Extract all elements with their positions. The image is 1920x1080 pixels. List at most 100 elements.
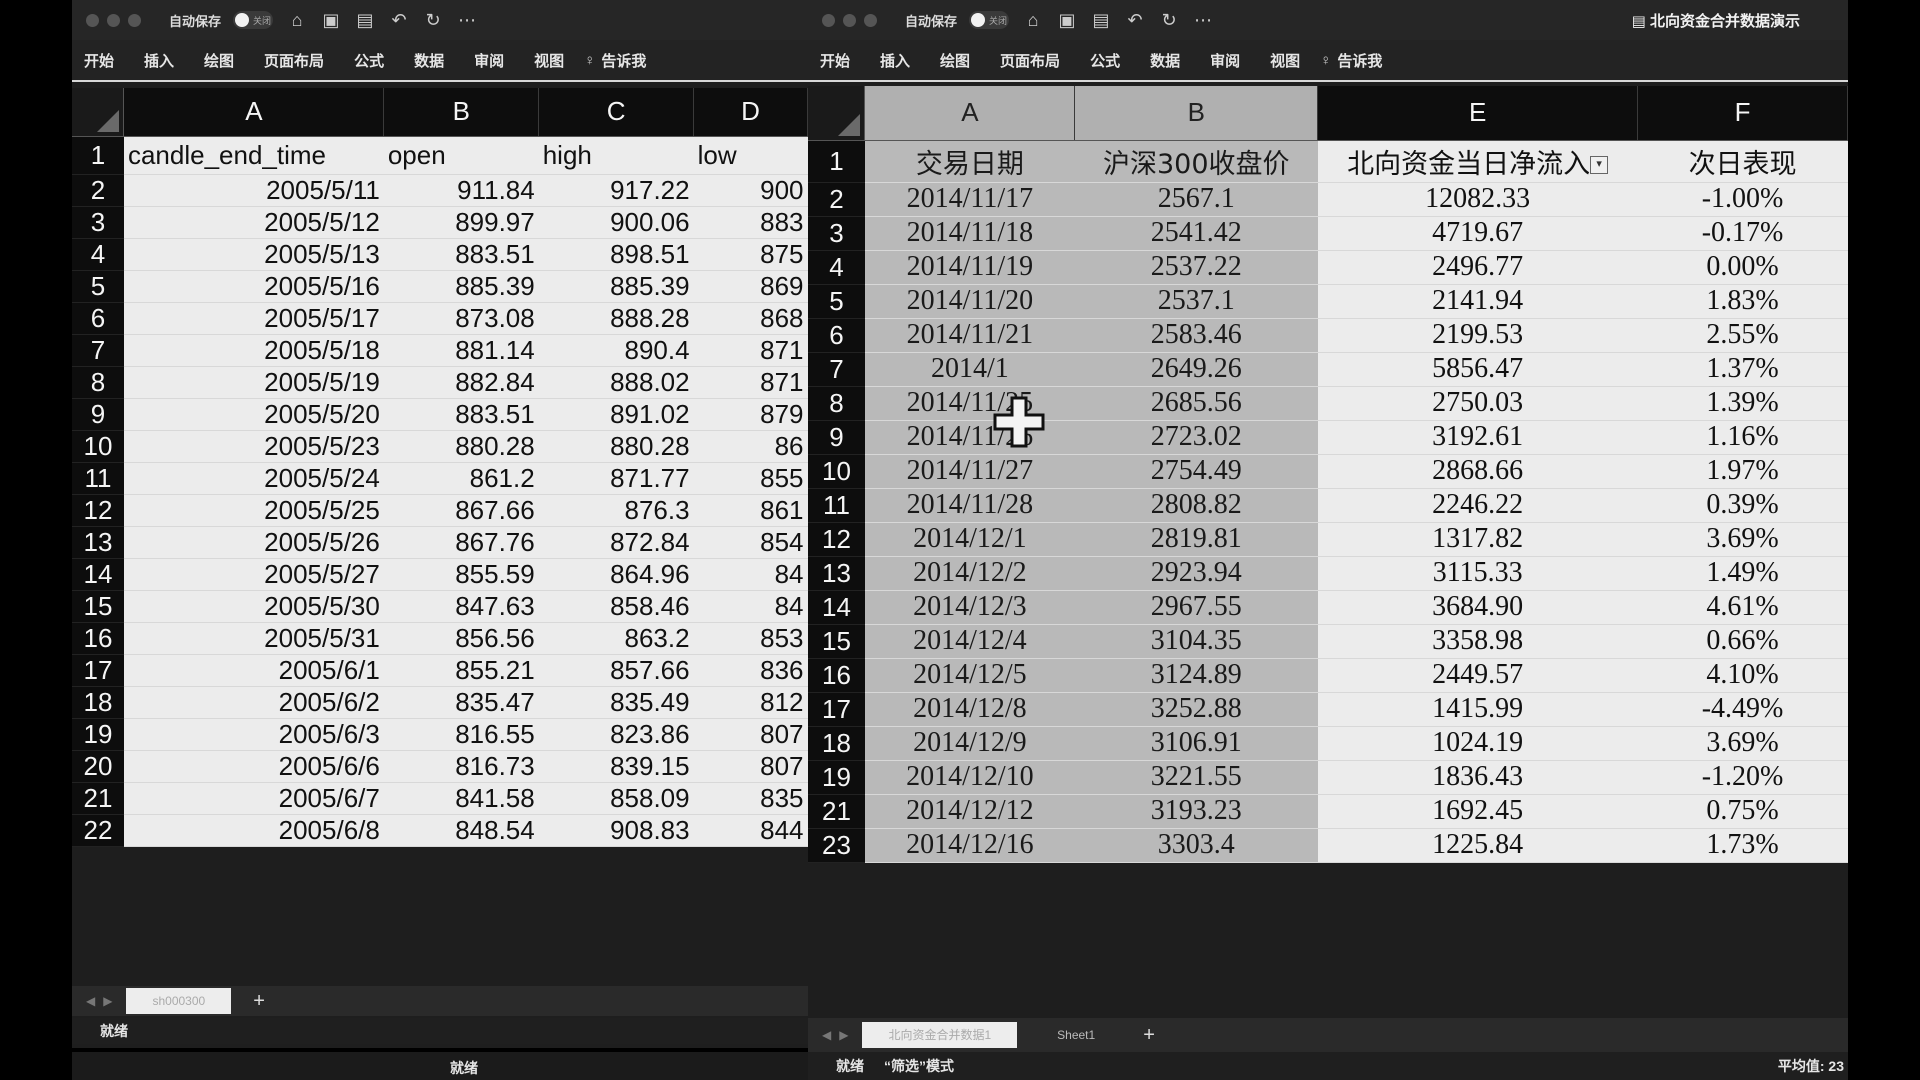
table-cell[interactable]: -1.20% (1637, 760, 1848, 795)
table-cell[interactable]: 2005/6/3 (123, 718, 384, 751)
table-cell[interactable]: 839.15 (538, 750, 694, 783)
row-header[interactable]: 11 (72, 462, 124, 495)
table-cell[interactable]: 816.55 (383, 718, 539, 751)
column-header[interactable]: B (383, 88, 540, 137)
row-header[interactable]: 14 (808, 590, 865, 625)
table-cell[interactable]: 869 (693, 270, 808, 303)
add-sheet-button[interactable]: + (253, 990, 265, 1013)
tab-view[interactable]: 视图 (534, 50, 564, 71)
table-cell[interactable]: 867.66 (383, 494, 539, 527)
table-cell[interactable]: 1.97% (1637, 454, 1848, 489)
row-header[interactable]: 9 (72, 398, 124, 431)
table-cell[interactable]: 2014/11/28 (864, 488, 1075, 523)
table-cell[interactable]: 812 (693, 686, 808, 719)
table-cell[interactable]: 871 (693, 334, 808, 367)
table-cell[interactable]: 2649.26 (1074, 352, 1318, 387)
redo-icon[interactable]: ↻ (423, 10, 443, 31)
row-header[interactable]: 15 (72, 590, 124, 623)
table-cell[interactable]: 2014/12/9 (864, 726, 1075, 761)
tell-me-search[interactable]: 告诉我 (601, 50, 646, 71)
row-header[interactable]: 19 (72, 718, 124, 751)
table-cell[interactable]: 3193.23 (1074, 794, 1318, 829)
table-cell[interactable]: 2014/11/19 (864, 250, 1075, 285)
minimize-button[interactable] (107, 13, 120, 27)
table-cell[interactable]: 861 (693, 494, 808, 527)
table-cell[interactable]: 1.73% (1637, 828, 1848, 863)
table-cell[interactable]: 871 (693, 366, 808, 399)
table-cell[interactable]: -4.49% (1637, 692, 1848, 727)
table-cell[interactable]: 2496.77 (1317, 250, 1638, 285)
tab-home[interactable]: 开始 (84, 50, 114, 71)
home-icon[interactable]: ⌂ (1023, 10, 1043, 31)
table-cell[interactable]: 807 (693, 718, 808, 751)
row-header[interactable]: 7 (808, 352, 865, 387)
tab-review[interactable]: 审阅 (474, 50, 504, 71)
table-cell[interactable]: 856.56 (383, 622, 539, 655)
table-cell[interactable]: 1836.43 (1317, 760, 1638, 795)
table-cell[interactable]: 885.39 (383, 270, 539, 303)
table-cell[interactable]: 2005/5/26 (123, 526, 384, 559)
table-cell[interactable]: 84 (693, 558, 808, 591)
table-cell[interactable]: 855 (693, 462, 808, 495)
table-cell[interactable]: 2014/12/16 (864, 828, 1075, 863)
table-cell[interactable]: 2808.82 (1074, 488, 1318, 523)
table-cell[interactable]: 844 (693, 814, 808, 847)
table-cell[interactable]: 2005/5/20 (123, 398, 384, 431)
table-cell[interactable]: 4.61% (1637, 590, 1848, 625)
table-cell[interactable]: 855.59 (383, 558, 539, 591)
sheet-next-icon[interactable]: ▶ (103, 994, 112, 1008)
table-cell[interactable]: 855.21 (383, 654, 539, 687)
table-cell[interactable]: 12082.33 (1317, 182, 1638, 217)
table-cell[interactable]: 1225.84 (1317, 828, 1638, 863)
table-cell[interactable]: 4.10% (1637, 658, 1848, 693)
table-cell[interactable]: 885.39 (538, 270, 694, 303)
table-cell[interactable]: 2005/6/2 (123, 686, 384, 719)
table-cell[interactable]: 836 (693, 654, 808, 687)
table-cell[interactable]: 2014/12/5 (864, 658, 1075, 693)
table-cell[interactable]: 853 (693, 622, 808, 655)
row-header[interactable]: 3 (72, 206, 124, 239)
table-cell[interactable]: 2014/12/2 (864, 556, 1075, 591)
tab-data[interactable]: 数据 (414, 50, 444, 71)
row-header[interactable]: 3 (808, 216, 865, 251)
table-cell[interactable]: 86 (693, 430, 808, 463)
table-cell[interactable]: 841.58 (383, 782, 539, 815)
table-cell[interactable]: 2141.94 (1317, 284, 1638, 319)
table-cell[interactable]: 882.84 (383, 366, 539, 399)
table-cell[interactable]: 3115.33 (1317, 556, 1638, 591)
table-cell[interactable]: 876.3 (538, 494, 694, 527)
table-cell[interactable]: 2583.46 (1074, 318, 1318, 353)
table-cell[interactable]: 2246.22 (1317, 488, 1638, 523)
table-cell[interactable]: 2005/5/30 (123, 590, 384, 623)
table-cell[interactable]: 2005/5/18 (123, 334, 384, 367)
table-cell[interactable]: 1692.45 (1317, 794, 1638, 829)
table-cell[interactable]: 2005/5/19 (123, 366, 384, 399)
save-as-icon[interactable]: ▤ (355, 10, 375, 31)
tab-view[interactable]: 视图 (1270, 50, 1300, 71)
table-cell[interactable]: 2014/12/3 (864, 590, 1075, 625)
header-cell[interactable]: 北向资金当日净流入 ▾ (1317, 140, 1638, 183)
row-header[interactable]: 13 (72, 526, 124, 559)
sheet-next-icon[interactable]: ▶ (839, 1028, 848, 1042)
sheet-tab-merged-data[interactable]: 北向资金合并数据1 (862, 1022, 1018, 1048)
row-header[interactable]: 16 (72, 622, 124, 655)
table-cell[interactable]: 863.2 (538, 622, 694, 655)
home-icon[interactable]: ⌂ (287, 10, 307, 31)
filter-dropdown-icon[interactable]: ▾ (1590, 156, 1609, 174)
table-cell[interactable]: 858.46 (538, 590, 694, 623)
save-icon[interactable]: ▣ (1057, 10, 1077, 31)
table-cell[interactable]: 871.77 (538, 462, 694, 495)
table-cell[interactable]: 1024.19 (1317, 726, 1638, 761)
header-cell[interactable]: open (383, 136, 539, 175)
row-header[interactable]: 14 (72, 558, 124, 591)
table-cell[interactable]: 84 (693, 590, 808, 623)
header-cell[interactable]: low (693, 136, 808, 175)
tab-formulas[interactable]: 公式 (354, 50, 384, 71)
right-spreadsheet-grid[interactable]: A B E F 1 交易日期 沪深300收盘价 北向资金当日净流入 ▾ 次日表现 … (808, 86, 1848, 863)
table-cell[interactable]: 2005/6/7 (123, 782, 384, 815)
row-header[interactable]: 20 (72, 750, 124, 783)
table-cell[interactable]: 807 (693, 750, 808, 783)
table-cell[interactable]: 2014/12/1 (864, 522, 1075, 557)
table-cell[interactable]: 880.28 (538, 430, 694, 463)
save-icon[interactable]: ▣ (321, 10, 341, 31)
